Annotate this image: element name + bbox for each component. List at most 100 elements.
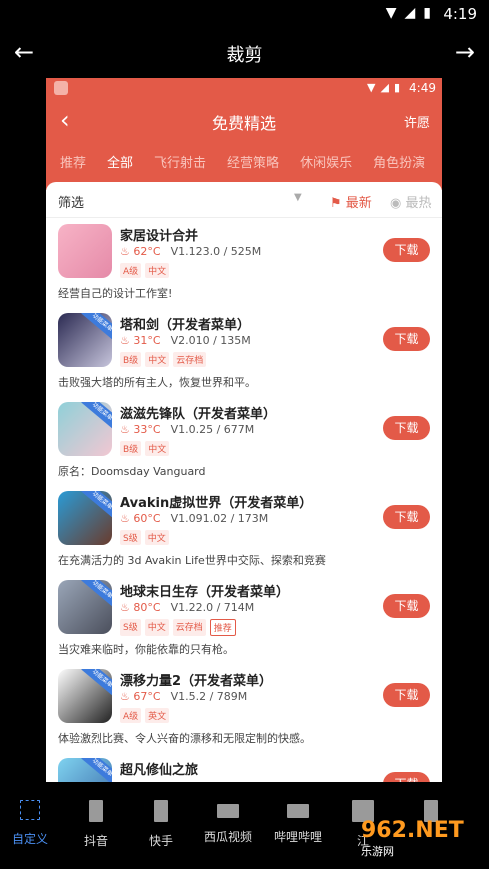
platform-douyin[interactable]: 抖音 bbox=[74, 800, 118, 849]
app-description: 击败强大塔的所有主人，恢复世界和平。 bbox=[58, 376, 256, 389]
flame-icon: ♨ bbox=[120, 690, 130, 703]
app-icon[interactable]: 功能菜单 bbox=[58, 491, 112, 545]
app-list-item[interactable]: 功能菜单 超凡修仙之旅 下载 bbox=[46, 752, 442, 782]
flame-icon: ♨ bbox=[120, 512, 130, 525]
app-temperature: 67°C bbox=[133, 690, 161, 703]
forward-arrow-icon[interactable]: → bbox=[455, 38, 475, 66]
download-button[interactable]: 下载 bbox=[383, 772, 430, 782]
download-button[interactable]: 下载 bbox=[383, 238, 430, 262]
flame-icon: ♨ bbox=[120, 245, 130, 258]
download-button[interactable]: 下载 bbox=[383, 594, 430, 618]
app-badges: S级 中文 bbox=[120, 530, 169, 545]
app-name: 家居设计合并 bbox=[120, 229, 199, 244]
app-square-icon bbox=[54, 81, 68, 95]
tab-strategy[interactable]: 经营策略 bbox=[227, 152, 279, 171]
tab-recommend[interactable]: 推荐 bbox=[60, 152, 86, 171]
app-badge: 中文 bbox=[145, 441, 170, 456]
app-version-size: V1.0.25 / 677M bbox=[170, 423, 255, 436]
status-time: 4:19 bbox=[443, 5, 477, 23]
flame-icon: ♨ bbox=[120, 334, 130, 347]
tab-all[interactable]: 全部 bbox=[107, 152, 133, 171]
app-list-item[interactable]: 功能菜单 塔和剑（开发者菜单） ♨ 31°C V2.010 / 135M B级 中文… bbox=[46, 307, 442, 396]
app-icon[interactable] bbox=[58, 224, 112, 278]
battery-icon: ▮ bbox=[423, 5, 431, 21]
feature-ribbon: 功能菜单 bbox=[81, 491, 112, 520]
tab-shooting[interactable]: 飞行射击 bbox=[154, 152, 206, 171]
ratio-icon bbox=[287, 804, 309, 818]
category-tabs: 推荐 全部 飞行射击 经营策略 休闲娱乐 角色扮演 bbox=[60, 152, 442, 171]
app-version-size: V1.123.0 / 525M bbox=[170, 245, 262, 258]
app-description: 原名：Doomsday Vanguard bbox=[58, 465, 206, 478]
platform-label: 西瓜视频 bbox=[203, 830, 252, 844]
download-button[interactable]: 下载 bbox=[383, 327, 430, 351]
status-icons: ▼ ◢ ▮ bbox=[386, 5, 431, 21]
caret-down-icon[interactable]: ▼ bbox=[294, 192, 302, 203]
preview-status-icons: ▼ ◢ ▮ bbox=[367, 81, 400, 94]
watermark-line1: 962.NET bbox=[361, 818, 464, 843]
app-temperature: 80°C bbox=[133, 601, 161, 614]
wifi-icon: ▼ bbox=[385, 5, 397, 21]
preview-title-bar: ‹ 免费精选 许愿 bbox=[46, 104, 442, 138]
app-badge: 中文 bbox=[145, 263, 170, 278]
app-icon[interactable]: 功能菜单 bbox=[58, 313, 112, 367]
app-name: 超凡修仙之旅 bbox=[120, 763, 199, 778]
app-badge: B级 bbox=[120, 352, 142, 367]
app-meta: ♨ 60°C V1.091.02 / 173M bbox=[120, 512, 268, 525]
app-list-item[interactable]: 功能菜单 Avakin虚拟世界（开发者菜单） ♨ 60°C V1.091.02 /… bbox=[46, 485, 442, 574]
app-meta: ♨ 80°C V1.22.0 / 714M bbox=[120, 601, 254, 614]
platform-kuaishou[interactable]: 快手 bbox=[139, 800, 183, 849]
crop-preview[interactable]: ▼ ◢ ▮ 4:49 ‹ 免费精选 许愿 推荐 全部 飞行射击 经营策略 休闲娱… bbox=[46, 78, 442, 782]
tab-casual[interactable]: 休闲娱乐 bbox=[300, 152, 352, 171]
app-badges: B级 中文 云存档 bbox=[120, 352, 207, 367]
wish-button[interactable]: 许愿 bbox=[404, 112, 430, 131]
app-badges: A级 中文 bbox=[120, 263, 170, 278]
app-badges: A级 英文 bbox=[120, 708, 170, 723]
feature-ribbon: 功能菜单 bbox=[81, 402, 112, 431]
battery-icon: ▮ bbox=[393, 81, 400, 94]
flame-icon: ♨ bbox=[120, 601, 130, 614]
tab-rpg[interactable]: 角色扮演 bbox=[373, 152, 425, 171]
platform-xigua[interactable]: 西瓜视频 bbox=[200, 800, 256, 845]
download-button[interactable]: 下载 bbox=[383, 505, 430, 529]
sort-hottest[interactable]: ◉ 最热 bbox=[390, 192, 432, 211]
app-meta: ♨ 33°C V1.0.25 / 677M bbox=[120, 423, 254, 436]
feature-ribbon: 功能菜单 bbox=[81, 580, 112, 609]
sort-hottest-label: 最热 bbox=[405, 196, 432, 211]
ratio-icon bbox=[89, 800, 103, 822]
no-signal-icon: ◢ bbox=[404, 5, 416, 21]
app-description: 在充满活力的 3d Avakin Life世界中交际、探索和竞赛 bbox=[58, 554, 326, 567]
app-version-size: V2.010 / 135M bbox=[170, 334, 251, 347]
watermark-line2: 乐游网 bbox=[361, 845, 394, 858]
app-icon[interactable]: 功能菜单 bbox=[58, 669, 112, 723]
download-button[interactable]: 下载 bbox=[383, 416, 430, 440]
app-icon[interactable]: 功能菜单 bbox=[58, 758, 112, 782]
ratio-icon bbox=[217, 804, 239, 818]
download-button[interactable]: 下载 bbox=[383, 683, 430, 707]
flame-icon: ♨ bbox=[120, 423, 130, 436]
app-icon[interactable]: 功能菜单 bbox=[58, 402, 112, 456]
app-description: 体验激烈比赛、令人兴奋的漂移和无限定制的快感。 bbox=[58, 732, 311, 745]
app-version-size: V1.22.0 / 714M bbox=[170, 601, 255, 614]
app-list-item[interactable]: 功能菜单 滋滋先锋队（开发者菜单） ♨ 33°C V1.0.25 / 677M B… bbox=[46, 396, 442, 485]
sort-newest[interactable]: ⚑ 最新 bbox=[330, 192, 372, 211]
page-title: 裁剪 bbox=[226, 45, 263, 66]
platform-label: 快手 bbox=[148, 834, 173, 848]
preview-time: 4:49 bbox=[409, 81, 436, 95]
platform-custom[interactable]: 自定义 bbox=[8, 800, 52, 847]
platform-bilibili[interactable]: 哔哩哔哩 bbox=[270, 800, 326, 845]
filter-dropdown[interactable]: 筛选 bbox=[58, 192, 84, 211]
feature-ribbon: 功能菜单 bbox=[81, 669, 112, 698]
preview-title: 免费精选 bbox=[211, 114, 276, 133]
app-list-item[interactable]: 功能菜单 漂移力量2（开发者菜单） ♨ 67°C V1.5.2 / 789M A级… bbox=[46, 663, 442, 752]
app-version-size: V1.5.2 / 789M bbox=[170, 690, 248, 703]
app-list-item[interactable]: 功能菜单 地球末日生存（开发者菜单） ♨ 80°C V1.22.0 / 714M … bbox=[46, 574, 442, 663]
app-icon[interactable]: 功能菜单 bbox=[58, 580, 112, 634]
ratio-icon bbox=[154, 800, 168, 822]
no-signal-icon: ◢ bbox=[380, 81, 389, 94]
app-badges: B级 中文 bbox=[120, 441, 170, 456]
app-name: Avakin虚拟世界（开发者菜单） bbox=[120, 496, 313, 511]
platform-label: 抖音 bbox=[83, 834, 108, 848]
app-meta: ♨ 67°C V1.5.2 / 789M bbox=[120, 690, 247, 703]
preview-status-bar: ▼ ◢ ▮ 4:49 bbox=[46, 78, 442, 100]
app-list-item[interactable]: 家居设计合并 ♨ 62°C V1.123.0 / 525M A级 中文 经营自己的设… bbox=[46, 218, 442, 307]
